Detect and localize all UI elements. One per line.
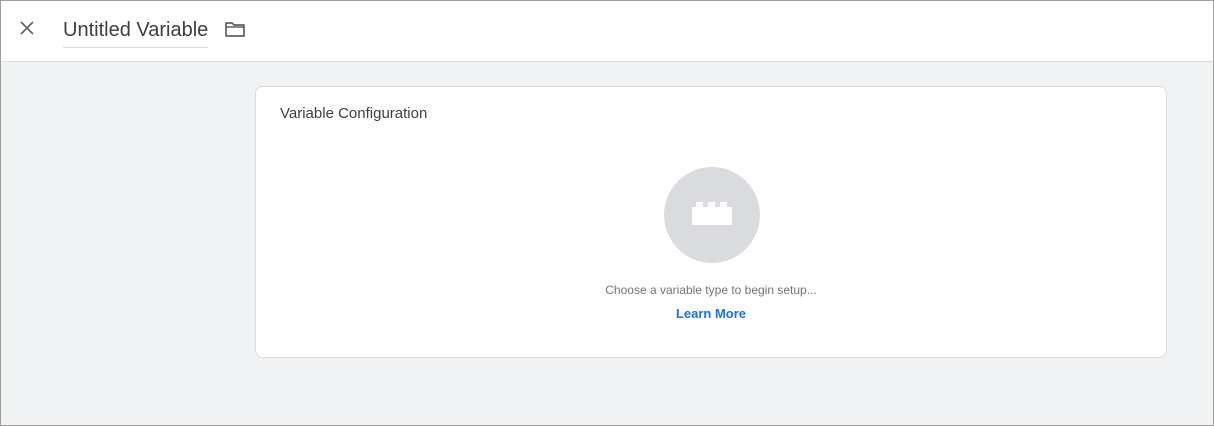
variable-configuration-card: Variable Configuration Choose a variable…	[255, 86, 1167, 358]
editor-header: Untitled Variable	[1, 1, 1213, 62]
variable-editor-window: Untitled Variable Variable Configuration	[0, 0, 1214, 426]
lego-brick-icon	[690, 199, 734, 232]
card-title: Variable Configuration	[280, 105, 428, 122]
setup-hint-text: Choose a variable type to begin setup...	[605, 283, 817, 297]
variable-name-text: Untitled Variable	[63, 19, 209, 41]
learn-more-link[interactable]: Learn More	[256, 306, 1166, 321]
folder-icon	[224, 20, 246, 43]
choose-variable-type-button[interactable]	[664, 167, 760, 263]
close-button[interactable]	[13, 16, 41, 44]
folder-button[interactable]	[222, 18, 248, 44]
close-icon	[19, 20, 35, 41]
variable-name-field[interactable]: Untitled Variable	[63, 15, 209, 48]
